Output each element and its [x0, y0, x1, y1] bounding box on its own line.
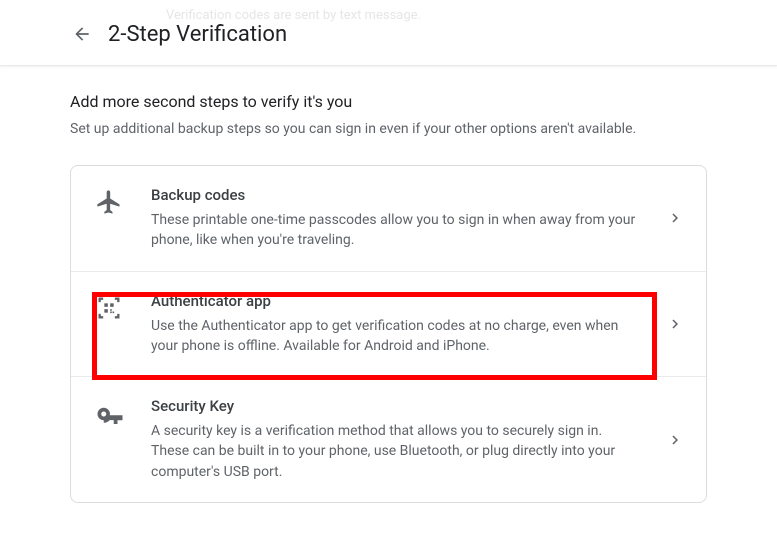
- page-title: 2-Step Verification: [108, 22, 287, 47]
- chevron-right-icon: [666, 315, 684, 333]
- row-authenticator-app[interactable]: Authenticator app Use the Authenticator …: [71, 271, 706, 377]
- key-icon: [95, 397, 135, 429]
- row-backup-codes[interactable]: Backup codes These printable one-time pa…: [71, 166, 706, 271]
- row-desc: These printable one-time passcodes allow…: [151, 210, 642, 251]
- back-arrow-icon[interactable]: [72, 24, 92, 44]
- chevron-right-icon: [666, 209, 684, 227]
- row-title: Authenticator app: [151, 292, 642, 310]
- section-heading: Add more second steps to verify it's you: [70, 92, 707, 111]
- page-header: 2-Step Verification: [0, 0, 777, 66]
- row-desc: Use the Authenticator app to get verific…: [151, 316, 642, 357]
- options-card: Backup codes These printable one-time pa…: [70, 165, 707, 503]
- airplane-icon: [95, 186, 135, 216]
- row-title: Backup codes: [151, 186, 642, 204]
- qr-scan-icon: [95, 292, 135, 322]
- section-subtext: Set up additional backup steps so you ca…: [70, 121, 707, 137]
- content-area: Add more second steps to verify it's you…: [0, 66, 777, 543]
- chevron-right-icon: [666, 431, 684, 449]
- row-title: Security Key: [151, 397, 642, 415]
- row-desc: A security key is a verification method …: [151, 421, 642, 482]
- row-security-key[interactable]: Security Key A security key is a verific…: [71, 376, 706, 502]
